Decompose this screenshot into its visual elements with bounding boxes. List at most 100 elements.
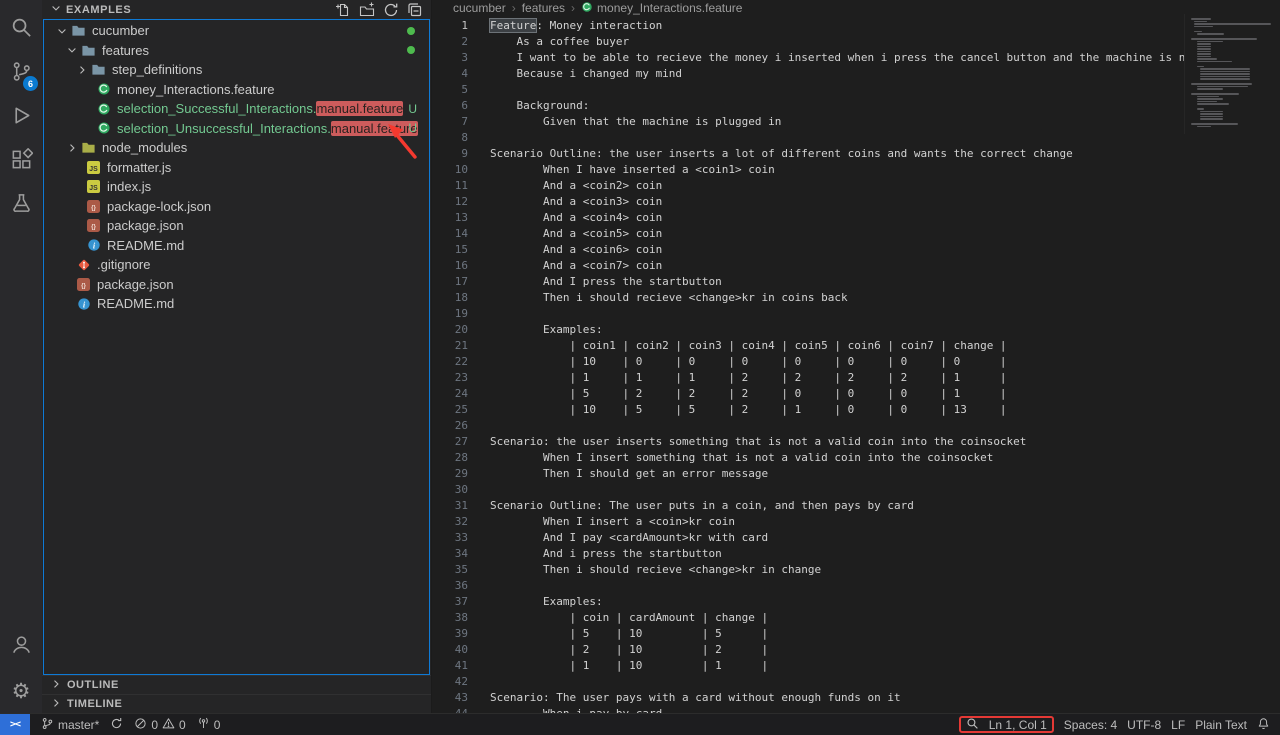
language-mode[interactable]: Plain Text bbox=[1195, 718, 1247, 732]
code-line[interactable]: Background: bbox=[490, 98, 1280, 114]
code-line[interactable]: Scenario Outline: The user puts in a coi… bbox=[490, 498, 1280, 514]
code-line[interactable] bbox=[490, 418, 1280, 434]
twisty-right-icon[interactable] bbox=[64, 142, 80, 154]
search-icon[interactable] bbox=[0, 8, 42, 52]
warning-count: 0 bbox=[179, 718, 186, 732]
code-line[interactable]: | 10 | 0 | 0 | 0 | 0 | 0 | 0 | 0 | bbox=[490, 354, 1280, 370]
tree-item-package-lock-json[interactable]: {}package-lock.json bbox=[44, 197, 429, 217]
extensions-icon[interactable] bbox=[0, 140, 42, 184]
code-line[interactable]: And a <coin3> coin bbox=[490, 194, 1280, 210]
outline-section[interactable]: OUTLINE bbox=[42, 675, 431, 694]
tree-item-formatter-js[interactable]: JSformatter.js bbox=[44, 158, 429, 178]
code-line[interactable]: And a <coin6> coin bbox=[490, 242, 1280, 258]
code-line[interactable]: | 1 | 1 | 1 | 2 | 2 | 2 | 2 | 1 | bbox=[490, 370, 1280, 386]
minimap[interactable] bbox=[1184, 14, 1280, 134]
code-line[interactable]: | 5 | 10 | 5 | bbox=[490, 626, 1280, 642]
tree-item-cucumber[interactable]: cucumber bbox=[44, 21, 429, 41]
tree-item-features[interactable]: features bbox=[44, 41, 429, 61]
zoom-status-icon[interactable] bbox=[966, 717, 979, 733]
code-line[interactable] bbox=[490, 482, 1280, 498]
ports-status[interactable]: 0 bbox=[197, 717, 221, 733]
code-line[interactable]: | 10 | 5 | 5 | 2 | 1 | 0 | 0 | 13 | bbox=[490, 402, 1280, 418]
cursor-position[interactable]: Ln 1, Col 1 bbox=[989, 718, 1047, 732]
accounts-icon[interactable] bbox=[0, 625, 42, 669]
code-line[interactable]: Scenario: the user inserts something tha… bbox=[490, 434, 1280, 450]
refresh-icon[interactable] bbox=[383, 2, 399, 18]
tree-item-money-interactions-feature[interactable]: money_Interactions.feature bbox=[44, 80, 429, 100]
tree-item-step-definitions[interactable]: step_definitions bbox=[44, 60, 429, 80]
code-line[interactable]: | coin | cardAmount | change | bbox=[490, 610, 1280, 626]
code-line[interactable]: And a <coin7> coin bbox=[490, 258, 1280, 274]
code-area[interactable]: Feature: Money interaction As a coffee b… bbox=[490, 16, 1280, 713]
code-line[interactable] bbox=[490, 578, 1280, 594]
code-line[interactable]: Then I should get an error message bbox=[490, 466, 1280, 482]
code-line[interactable]: When I insert a <coin>kr coin bbox=[490, 514, 1280, 530]
code-line[interactable]: Examples: bbox=[490, 322, 1280, 338]
new-file-icon[interactable] bbox=[335, 2, 351, 18]
run-debug-icon[interactable] bbox=[0, 96, 42, 140]
tree-item-node-modules[interactable]: node_modules bbox=[44, 138, 429, 158]
code-line[interactable]: Given that the machine is plugged in bbox=[490, 114, 1280, 130]
code-line[interactable]: Because i changed my mind bbox=[490, 66, 1280, 82]
code-line[interactable] bbox=[490, 306, 1280, 322]
code-line[interactable]: And I pay <cardAmount>kr with card bbox=[490, 530, 1280, 546]
settings-gear-icon[interactable]: ⚙ bbox=[0, 669, 42, 713]
encoding-status[interactable]: UTF-8 bbox=[1127, 718, 1161, 732]
code-line[interactable]: I want to be able to recieve the money i… bbox=[490, 50, 1280, 66]
tree-item-gitignore[interactable]: .gitignore bbox=[44, 255, 429, 275]
code-line[interactable]: And a <coin5> coin bbox=[490, 226, 1280, 242]
npm-icon: {} bbox=[85, 200, 102, 213]
sync-icon bbox=[110, 717, 123, 733]
tree-item-index-js[interactable]: JSindex.js bbox=[44, 177, 429, 197]
code-line[interactable] bbox=[490, 82, 1280, 98]
breadcrumb-folder[interactable]: cucumber bbox=[453, 1, 506, 15]
code-line[interactable]: | coin1 | coin2 | coin3 | coin4 | coin5 … bbox=[490, 338, 1280, 354]
timeline-section[interactable]: TIMELINE bbox=[42, 694, 431, 713]
minimap-line bbox=[1200, 113, 1223, 115]
code-line[interactable]: | 1 | 10 | 1 | bbox=[490, 658, 1280, 674]
code-line[interactable] bbox=[490, 130, 1280, 146]
code-line[interactable]: And a <coin4> coin bbox=[490, 210, 1280, 226]
code-line[interactable]: | 5 | 2 | 2 | 2 | 0 | 0 | 0 | 1 | bbox=[490, 386, 1280, 402]
sync-button[interactable] bbox=[110, 717, 123, 733]
breadcrumb-file[interactable]: money_Interactions.feature bbox=[581, 1, 742, 16]
tree-item-package-json[interactable]: {}package.json bbox=[44, 275, 429, 295]
eol-status[interactable]: LF bbox=[1171, 718, 1185, 732]
code-line[interactable]: Scenario: The user pays with a card with… bbox=[490, 690, 1280, 706]
problems-status[interactable]: 0 0 bbox=[134, 717, 185, 733]
code-line[interactable]: When I have inserted a <coin1> coin bbox=[490, 162, 1280, 178]
code-line[interactable]: And I press the startbutton bbox=[490, 274, 1280, 290]
code-line[interactable]: Then i should recieve <change>kr in coin… bbox=[490, 290, 1280, 306]
code-line[interactable]: Scenario Outline: the user inserts a lot… bbox=[490, 146, 1280, 162]
twisty-right-icon[interactable] bbox=[74, 64, 90, 76]
tree-item-readme-md[interactable]: iREADME.md bbox=[44, 236, 429, 256]
twisty-down-icon[interactable] bbox=[64, 44, 80, 56]
tree-item-label: index.js bbox=[107, 179, 151, 194]
testing-icon[interactable] bbox=[0, 184, 42, 228]
code-line[interactable]: And i press the startbutton bbox=[490, 546, 1280, 562]
code-line[interactable]: | 2 | 10 | 2 | bbox=[490, 642, 1280, 658]
collapse-all-icon[interactable] bbox=[407, 2, 423, 18]
minimap-line bbox=[1191, 18, 1211, 20]
tree-item-readme-md[interactable]: iREADME.md bbox=[44, 294, 429, 314]
source-control-icon[interactable]: 6 bbox=[0, 52, 42, 96]
code-line[interactable] bbox=[490, 674, 1280, 690]
twisty-down-icon[interactable] bbox=[54, 25, 70, 37]
breadcrumb-folder[interactable]: features bbox=[522, 1, 565, 15]
tree-item-selection-successful-interactions[interactable]: selection_Successful_Interactions.manual… bbox=[44, 99, 429, 119]
code-line[interactable]: When I insert something that is not a va… bbox=[490, 450, 1280, 466]
remote-indicator[interactable]: >< bbox=[0, 714, 30, 735]
indentation-status[interactable]: Spaces: 4 bbox=[1064, 718, 1117, 732]
new-folder-icon[interactable] bbox=[359, 2, 375, 18]
git-branch-status[interactable]: master* bbox=[41, 717, 99, 733]
code-line[interactable]: And a <coin2> coin bbox=[490, 178, 1280, 194]
code-line[interactable]: Then i should recieve <change>kr in chan… bbox=[490, 562, 1280, 578]
code-line[interactable]: Examples: bbox=[490, 594, 1280, 610]
explorer-header[interactable]: EXAMPLES bbox=[42, 0, 431, 19]
code-line[interactable]: Feature: Money interaction bbox=[490, 18, 1280, 34]
code-line[interactable]: As a coffee buyer bbox=[490, 34, 1280, 50]
notifications-bell[interactable] bbox=[1257, 717, 1270, 733]
tree-item-selection-unsuccessful-interactions[interactable]: selection_Unsuccessful_Interactions.manu… bbox=[44, 119, 429, 139]
code-line[interactable]: When i pay by card bbox=[490, 706, 1280, 713]
tree-item-package-json[interactable]: {}package.json bbox=[44, 216, 429, 236]
